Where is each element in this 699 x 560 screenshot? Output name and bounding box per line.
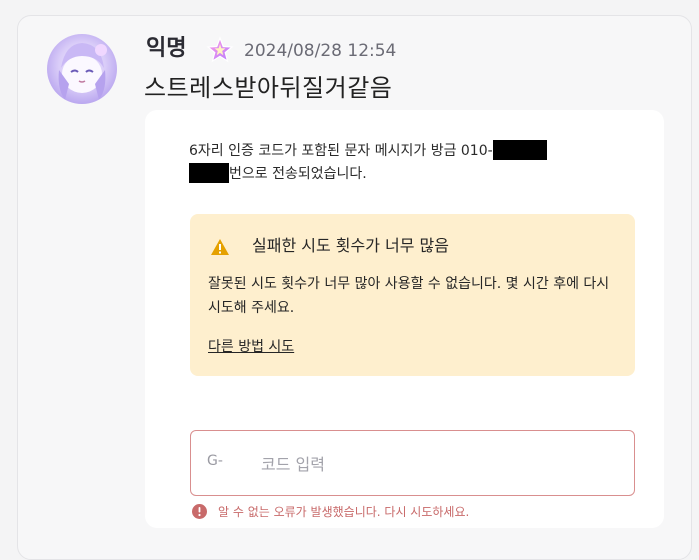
redacted-phone-block (492, 140, 547, 160)
post-timestamp: 2024/08/28 12:54 (244, 41, 397, 61)
code-input-field[interactable]: G- (190, 430, 635, 496)
code-prefix: G- (207, 453, 223, 469)
sms-message-text: 6자리 인증 코드가 포함된 문자 메시지가 방금 010- (189, 143, 493, 159)
try-another-method-link[interactable]: 다른 방법 시도 (208, 336, 294, 358)
warning-body: 잘못된 시도 횟수가 너무 많아 사용할 수 없습니다. 몇 시간 후에 다시 … (208, 276, 610, 316)
sparkle-star-icon (206, 36, 234, 63)
post-card: 익명 2024/08/28 12:54 스트레스받아뒤질거같음 6자리 인증 코… (17, 15, 692, 560)
post-text: 스트레스받아뒤질거같음 (144, 74, 393, 102)
author-name: 익명 (146, 36, 187, 61)
code-input[interactable] (259, 447, 623, 481)
warning-box: 실패한 시도 횟수가 너무 많음 잘못된 시도 횟수가 너무 많아 사용할 수 … (190, 214, 635, 376)
verification-screenshot: 6자리 인증 코드가 포함된 문자 메시지가 방금 010- 번으로 전송되었습니… (145, 110, 664, 528)
avatar[interactable] (47, 34, 117, 104)
sms-sent-message: 6자리 인증 코드가 포함된 문자 메시지가 방금 010- 번으로 전송되었습니… (189, 140, 629, 186)
error-circle-icon (192, 504, 207, 519)
warning-triangle-icon (211, 239, 229, 255)
sms-message-text-end: 번으로 전송되었습니다. (229, 166, 367, 182)
error-text: 알 수 없는 오류가 발생했습니다. 다시 시도하세요. (218, 505, 470, 519)
redacted-phone-block (189, 163, 229, 183)
avatar-image (58, 43, 107, 100)
warning-title: 실패한 시도 횟수가 너무 많음 (252, 236, 449, 255)
